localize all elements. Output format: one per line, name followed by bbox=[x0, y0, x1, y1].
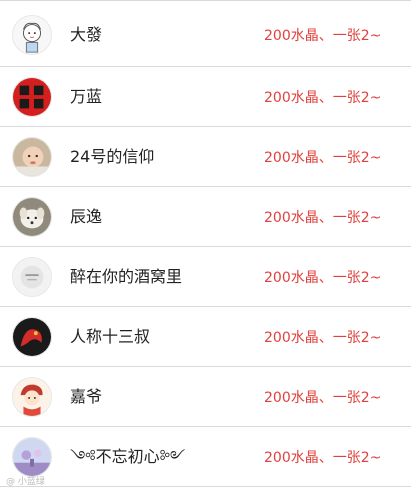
grey-device-avatar[interactable] bbox=[12, 257, 52, 297]
contact-desc: 200水晶、一张2~ bbox=[264, 150, 382, 166]
contact-desc: 200水晶、一张2~ bbox=[264, 90, 382, 106]
list-item[interactable]: 嘉爷 200水晶、一张2~ bbox=[0, 367, 411, 427]
contact-desc: 200水晶、一张2~ bbox=[264, 28, 382, 44]
red-calligraphy-avatar[interactable] bbox=[12, 77, 52, 117]
dog-photo-avatar[interactable] bbox=[12, 197, 52, 237]
contact-desc: 200水晶、一张2~ bbox=[264, 390, 382, 406]
list-item[interactable]: 大發 200水晶、一张2~ bbox=[0, 1, 411, 67]
contact-name: ༺不忘初心༻ bbox=[70, 447, 186, 466]
contact-name: 大發 bbox=[70, 25, 103, 44]
contact-desc: 200水晶、一张2~ bbox=[264, 330, 382, 346]
contact-desc: 200水晶、一张2~ bbox=[264, 450, 382, 466]
contact-name: 人称十三叔 bbox=[70, 327, 151, 346]
contact-name: 万蓝 bbox=[70, 87, 103, 106]
contact-desc: 200水晶、一张2~ bbox=[264, 210, 382, 226]
cartoon-boy-avatar[interactable] bbox=[12, 15, 52, 55]
contact-list: 大發 200水晶、一张2~ 万蓝 200水晶、一张2~ 24号的信仰 200水晶… bbox=[0, 0, 411, 487]
cartoon-girl-avatar[interactable] bbox=[12, 377, 52, 417]
list-item[interactable]: 24号的信仰 200水晶、一张2~ bbox=[0, 127, 411, 187]
watermark: @ 小蓝绿 bbox=[6, 477, 45, 487]
list-item[interactable]: 辰逸 200水晶、一张2~ bbox=[0, 187, 411, 247]
contact-name: 辰逸 bbox=[70, 207, 103, 226]
contact-name: 醉在你的酒窝里 bbox=[70, 267, 183, 286]
contact-desc: 200水晶、一张2~ bbox=[264, 270, 382, 286]
list-item[interactable]: ༺不忘初心༻ 200水晶、一张2~ bbox=[0, 427, 411, 487]
list-item[interactable]: 人称十三叔 200水晶、一张2~ bbox=[0, 307, 411, 367]
red-dragon-avatar[interactable] bbox=[12, 317, 52, 357]
list-item[interactable]: 万蓝 200水晶、一张2~ bbox=[0, 67, 411, 127]
contact-name: 24号的信仰 bbox=[70, 147, 155, 166]
baby-photo-avatar[interactable] bbox=[12, 137, 52, 177]
purple-scene-avatar[interactable] bbox=[12, 437, 52, 477]
contact-name: 嘉爷 bbox=[70, 387, 103, 406]
list-item[interactable]: 醉在你的酒窝里 200水晶、一张2~ bbox=[0, 247, 411, 307]
